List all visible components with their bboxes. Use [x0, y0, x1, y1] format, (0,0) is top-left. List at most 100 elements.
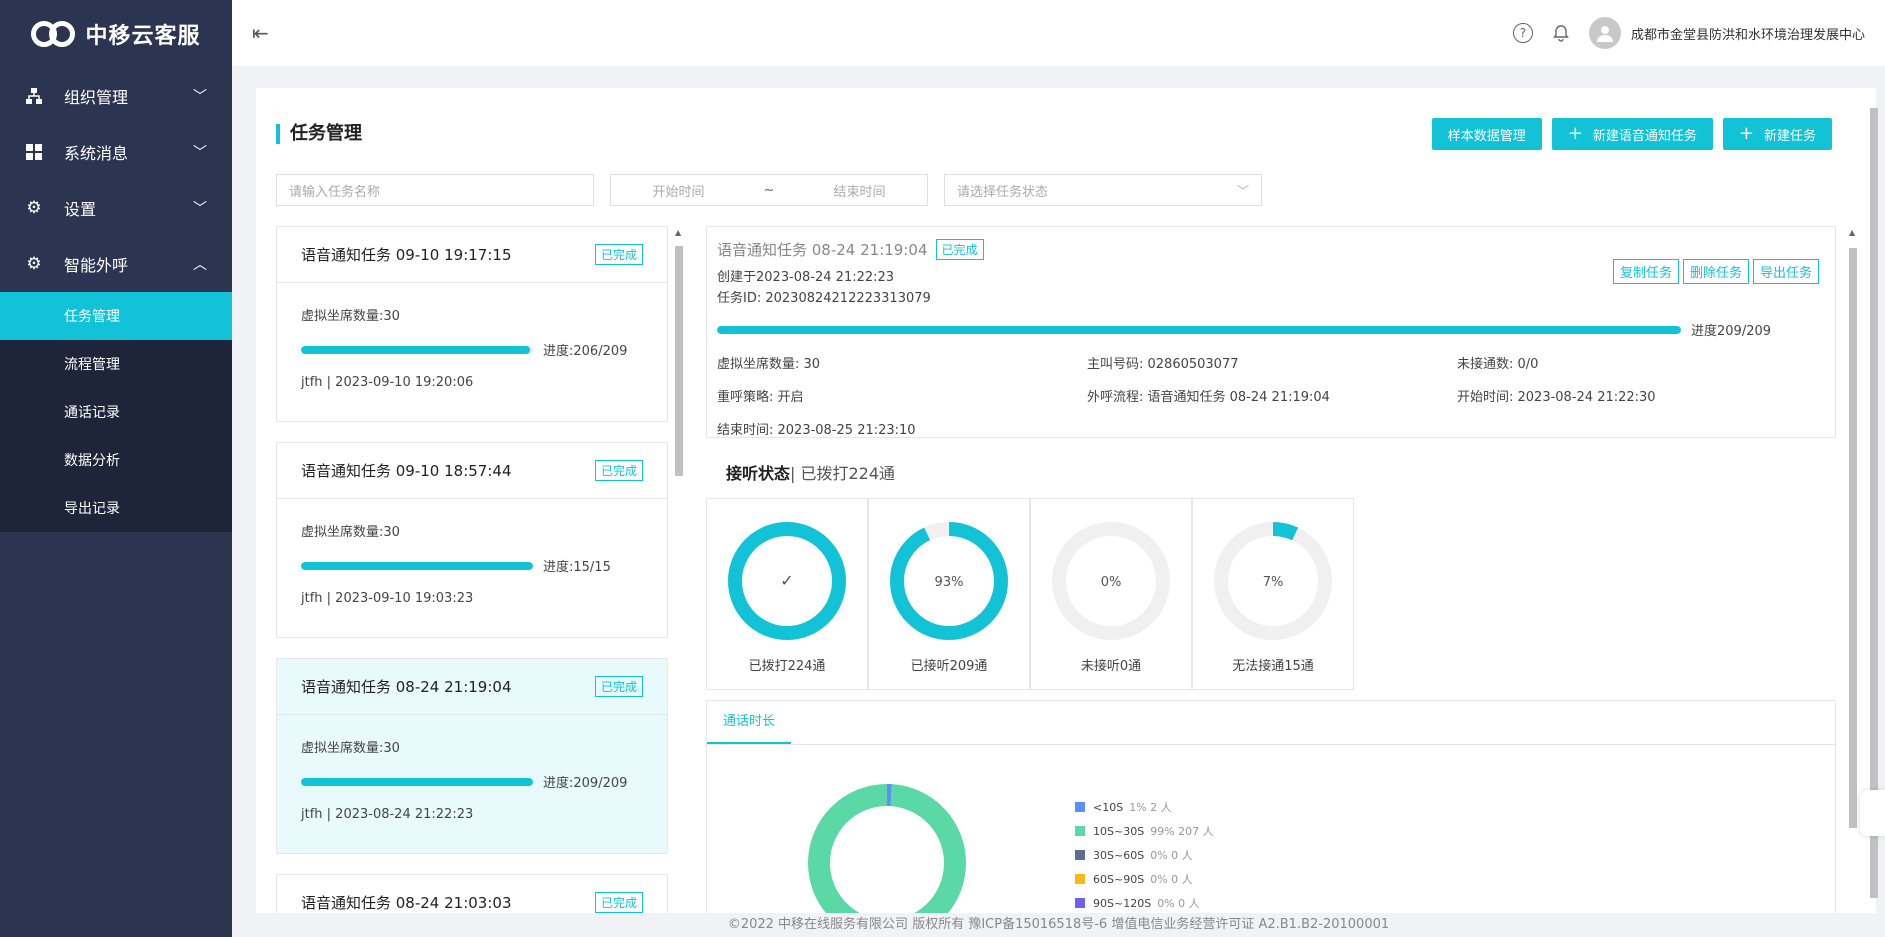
legend-range: 60S~90S [1093, 872, 1145, 886]
gear-icon: ⚙ [26, 198, 42, 218]
task-card-selected[interactable]: 语音通知任务 08-24 21:19:04 已完成 虚拟坐席数量:30 进度:20… [276, 658, 668, 854]
sidebar-item-call-records[interactable]: 通话记录 [0, 388, 232, 436]
donut-label: 未接听0通 [1080, 659, 1142, 674]
chevron-down-icon: ﹀ [193, 201, 207, 217]
sample-data-button[interactable]: 样本数据管理 [1431, 118, 1542, 150]
legend-item[interactable]: 60S~90S 0% 0 人 [1075, 867, 1214, 891]
task-meta: jtfh | 2023-09-10 19:03:23 [301, 591, 474, 606]
menu-group-messages[interactable]: 系统消息 ﹀ [0, 124, 232, 180]
info-end: 结束时间: 2023-08-25 21:23:10 [717, 423, 916, 438]
copy-task-button[interactable]: 复制任务 [1612, 259, 1679, 284]
answer-status-title: 接听状态| 已拨打224通 [726, 464, 896, 483]
duration-box: 通话时长 <10S 1% 2 人 10S~30S 99% 207 人 30S~60S 0%… [706, 700, 1836, 913]
menu-group-settings[interactable]: ⚙ 设置 ﹀ [0, 180, 232, 236]
task-card[interactable]: 语音通知任务 09-10 19:17:15 已完成 虚拟坐席数量:30 进度:20… [276, 226, 668, 422]
tab-call-duration[interactable]: 通话时长 [707, 701, 792, 744]
legend-item[interactable]: 30S~60S 0% 0 人 [1075, 843, 1214, 867]
dashboard-icon [24, 142, 44, 162]
task-meta: jtfh | 2023-08-24 21:22:23 [301, 807, 474, 822]
scroll-thumb[interactable] [675, 246, 683, 476]
menu-group-org[interactable]: 组织管理 ﹀ [0, 68, 232, 124]
donut-center-text: ✓ [780, 571, 793, 590]
bell-icon[interactable] [1551, 23, 1571, 43]
task-progress-text: 进度:206/209 [543, 344, 628, 359]
task-title: 语音通知任务 08-24 21:03:03 [301, 894, 512, 912]
task-list-scrollbar[interactable]: ▲ [674, 228, 684, 913]
info-flow: 外呼流程: 语音通知任务 08-24 21:19:04 [1087, 390, 1330, 405]
chevron-down-icon: ﹀ [193, 145, 207, 161]
legend-swatch [1075, 898, 1085, 908]
chevron-down-icon: ﹀ [1236, 183, 1249, 198]
collapse-menu-icon[interactable]: ⇤ [252, 21, 269, 45]
status-badge: 已完成 [594, 892, 643, 913]
task-seats: 虚拟坐席数量:30 [301, 525, 400, 540]
sidebar-item-export-records[interactable]: 导出记录 [0, 484, 232, 532]
scroll-up-icon[interactable]: ▲ [1849, 228, 1855, 237]
status-badge: 已完成 [594, 460, 643, 481]
plus-icon: + [1567, 123, 1583, 144]
filter-bar: 请输入任务名称 开始时间 ~ 结束时间 请选择任务状态 ﹀ [276, 174, 1262, 206]
legend-item[interactable]: 90S~120S 0% 0 人 [1075, 891, 1214, 913]
export-task-button[interactable]: 导出任务 [1752, 259, 1819, 284]
task-status-select[interactable]: 请选择任务状态 ﹀ [944, 174, 1262, 206]
task-seats: 虚拟坐席数量:30 [301, 309, 400, 324]
start-time-field[interactable]: 开始时间 [653, 181, 705, 200]
scroll-thumb[interactable] [1870, 108, 1878, 898]
donut-label: 已拨打224通 [748, 659, 826, 674]
status-badge: 已完成 [594, 676, 643, 697]
task-detail-panel: 语音通知任务 08-24 21:19:04 已完成 创建于2023-08-24 2… [706, 226, 1844, 913]
donut-center-text: 93% [935, 575, 964, 590]
detail-scrollbar[interactable]: ▲ [1848, 228, 1858, 913]
main-card: 任务管理 样本数据管理 + 新建语音通知任务 + 新建任务 请输入任务名称 开始时间… [256, 88, 1876, 913]
detail-progress-bar [717, 325, 1681, 334]
info-seats: 虚拟坐席数量: 30 [717, 357, 821, 372]
toolbar: 样本数据管理 + 新建语音通知任务 + 新建任务 [1431, 118, 1832, 150]
plus-icon: + [1738, 123, 1754, 144]
legend-value: 0% 0 人 [1157, 897, 1200, 910]
donut-chart: ✓ [728, 522, 846, 640]
help-icon[interactable]: ? [1512, 23, 1533, 43]
end-time-field[interactable]: 结束时间 [833, 181, 885, 200]
legend-swatch [1075, 874, 1085, 884]
legend-item[interactable]: 10S~30S 99% 207 人 [1075, 819, 1214, 843]
info-redial: 重呼策略: 开启 [717, 390, 804, 405]
submenu-outbound: 任务管理 流程管理 通话记录 数据分析 导出记录 [0, 292, 232, 532]
legend-item[interactable]: <10S 1% 2 人 [1075, 795, 1214, 819]
legend-swatch [1075, 826, 1085, 836]
donut-card: 93% 已接听209通 [868, 498, 1030, 690]
info-unconnected: 未接通数: 0/0 [1457, 357, 1539, 372]
detail-task-id: 任务ID: 20230824212223313079 [717, 291, 931, 306]
delete-task-button[interactable]: 删除任务 [1682, 259, 1749, 284]
sidebar-item-task-management[interactable]: 任务管理 [0, 292, 232, 340]
donut-center-text: 7% [1263, 575, 1284, 590]
date-separator: ~ [763, 182, 775, 198]
donut-center-text: 0% [1101, 575, 1122, 590]
brand-name: 中移云客服 [85, 24, 201, 49]
status-badge: 已完成 [594, 244, 643, 265]
legend-value: 1% 2 人 [1129, 801, 1172, 814]
sidebar-item-flow-management[interactable]: 流程管理 [0, 340, 232, 388]
legend-range: 30S~60S [1093, 848, 1145, 862]
info-start: 开始时间: 2023-08-24 21:22:30 [1457, 390, 1656, 405]
top-header: ⇤ ? 成都市金堂县防洪和水环境治理发展中心 [232, 0, 1885, 66]
task-name-input[interactable]: 请输入任务名称 [276, 174, 594, 206]
infinity-logo-icon [31, 17, 77, 51]
task-card[interactable]: 语音通知任务 08-24 21:03:03 已完成 [276, 874, 668, 913]
task-info-box: 语音通知任务 08-24 21:19:04 已完成 创建于2023-08-24 2… [706, 226, 1836, 438]
menu-group-outbound[interactable]: ⚙ 智能外呼 ︿ [0, 236, 232, 292]
floating-service-widget[interactable] [1860, 790, 1885, 836]
new-task-button[interactable]: + 新建任务 [1722, 118, 1832, 150]
legend-range: 90S~120S [1093, 896, 1152, 910]
task-progress-text: 进度:15/15 [543, 560, 611, 575]
brand-logo[interactable]: 中移云客服 [0, 0, 232, 68]
scroll-up-icon[interactable]: ▲ [675, 228, 681, 237]
avatar[interactable] [1588, 17, 1621, 49]
date-range-picker[interactable]: 开始时间 ~ 结束时间 [610, 174, 928, 206]
new-voice-task-button[interactable]: + 新建语音通知任务 [1551, 118, 1713, 150]
task-meta: jtfh | 2023-09-10 19:20:06 [301, 375, 474, 390]
org-name[interactable]: 成都市金堂县防洪和水环境治理发展中心 [1631, 24, 1865, 43]
scroll-thumb[interactable] [1849, 248, 1857, 828]
task-card[interactable]: 语音通知任务 09-10 18:57:44 已完成 虚拟坐席数量:30 进度:15… [276, 442, 668, 638]
duration-donut-chart [808, 784, 966, 913]
sidebar-item-data-analysis[interactable]: 数据分析 [0, 436, 232, 484]
